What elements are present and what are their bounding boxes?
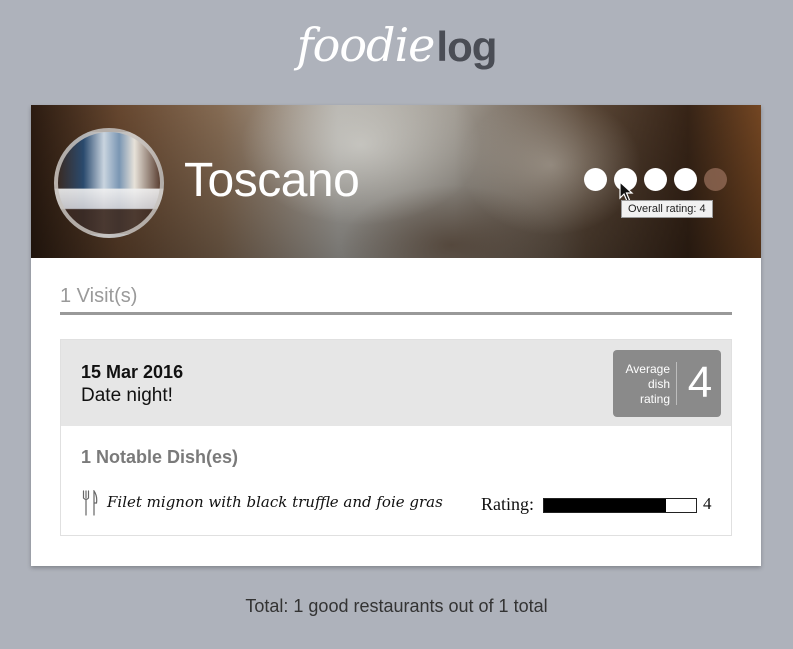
rating-star-4[interactable] xyxy=(674,168,697,191)
rating-tooltip: Overall rating: 4 xyxy=(621,200,713,218)
dish-rating-bar xyxy=(543,498,697,513)
visit-date: 15 Mar 2016 xyxy=(81,362,184,382)
dish-row: Filet mignon with black truffle and foie… xyxy=(81,490,713,516)
badge-divider xyxy=(676,362,677,405)
average-dish-rating-label: Average dish rating xyxy=(625,362,670,406)
rating-star-1[interactable] xyxy=(584,168,607,191)
average-dish-rating-value: 4 xyxy=(687,358,713,407)
visit-note: Date night! xyxy=(81,385,173,406)
rating-star-3[interactable] xyxy=(644,168,667,191)
restaurant-card: Toscano Overall rating: 4 1 Visit(s) 15 … xyxy=(31,105,761,566)
rating-star-5[interactable] xyxy=(704,168,727,191)
logo-foodie: foodie xyxy=(296,18,436,72)
dish-rating-fill xyxy=(544,499,666,512)
notable-dishes-heading: 1 Notable Dish(es) xyxy=(81,447,239,467)
fork-knife-icon xyxy=(82,490,98,516)
dish-rating-value: 4 xyxy=(703,494,712,513)
visit-entry: 15 Mar 2016 Date night! Average dish rat… xyxy=(60,339,732,536)
dish-rating-label: Rating: xyxy=(481,494,534,514)
logo-log: log xyxy=(436,23,497,70)
visits-heading: 1 Visit(s) xyxy=(60,285,732,315)
average-dish-rating-badge: Average dish rating 4 xyxy=(613,350,721,417)
restaurant-avatar xyxy=(54,128,164,238)
app-logo: foodielog xyxy=(0,18,793,72)
dish-name: Filet mignon with black truffle and foie… xyxy=(107,493,443,511)
visit-header: 15 Mar 2016 Date night! Average dish rat… xyxy=(61,340,731,426)
footer-summary: Total: 1 good restaurants out of 1 total xyxy=(245,596,548,616)
restaurant-name: Toscano xyxy=(184,154,360,207)
restaurant-banner: Toscano Overall rating: 4 xyxy=(31,105,761,258)
